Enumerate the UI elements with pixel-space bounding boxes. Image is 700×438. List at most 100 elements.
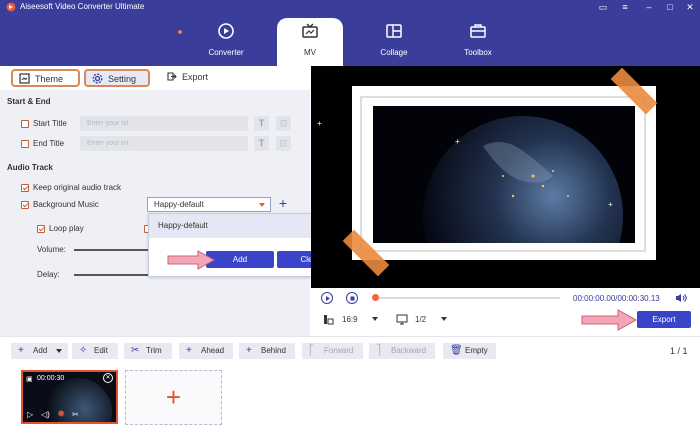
stop-icon	[350, 296, 354, 300]
plus-icon: +	[186, 345, 192, 356]
theme-tab[interactable]: Theme	[11, 69, 80, 87]
theme-icon	[19, 73, 30, 84]
sparkle-icon: +	[455, 137, 460, 146]
time-display: 00:00:00.00/00:00:30.13	[573, 294, 660, 303]
delay-slider[interactable]	[74, 274, 148, 276]
progress-bar[interactable]	[376, 297, 560, 299]
close-icon[interactable]: ✕	[684, 1, 696, 13]
music-select-value: Happy-default	[154, 200, 204, 209]
tab-converter[interactable]: Converter	[193, 18, 259, 66]
export-tab[interactable]: Export	[160, 69, 220, 87]
page-dropdown-icon[interactable]	[441, 317, 447, 321]
pointer-arrow-icon	[167, 250, 215, 270]
title-bar: Aiseesoft Video Converter Ultimate ▭ ≡ –…	[0, 0, 700, 66]
collage-icon	[386, 24, 402, 38]
trim-button[interactable]: ✂ Trim	[124, 343, 172, 359]
add-clip-button[interactable]: + Add	[11, 343, 68, 359]
stop-button[interactable]	[346, 292, 358, 304]
audio-track-title: Audio Track	[7, 163, 53, 172]
empty-label: Empty	[465, 346, 488, 355]
end-title-input[interactable]: Enter your txt	[80, 136, 248, 151]
edit-label: Edit	[94, 346, 108, 355]
plus-icon: +	[246, 345, 252, 356]
export-button[interactable]: Export	[637, 311, 691, 328]
page-value[interactable]: 1/2	[415, 315, 426, 324]
edit-icon: ✧	[79, 345, 88, 356]
background-music-label: Background Music	[33, 200, 99, 209]
sparkle-icon: +	[317, 119, 322, 128]
forward-icon: ⎡	[309, 345, 314, 356]
end-title-checkbox[interactable]	[21, 140, 29, 148]
monitor-icon	[396, 314, 408, 325]
volume-slider[interactable]	[74, 249, 148, 251]
tab-toolbox[interactable]: Toolbox	[445, 18, 511, 66]
export-tab-label: Export	[182, 72, 209, 82]
ahead-button[interactable]: + Ahead	[179, 343, 233, 359]
theme-tab-label: Theme	[35, 74, 64, 84]
effect-star-icon[interactable]: ✸	[57, 409, 65, 420]
behind-button[interactable]: + Behind	[239, 343, 295, 359]
audio-icon[interactable]: ◁)	[41, 410, 50, 419]
preview-image	[373, 106, 635, 243]
backward-button[interactable]: ⎤ Backward	[369, 343, 435, 359]
start-title-input[interactable]: Enter your txt	[80, 116, 248, 131]
aspect-ratio-value[interactable]: 16:9	[342, 315, 358, 324]
edit-button[interactable]: ✧ Edit	[72, 343, 118, 359]
trash-icon: 🗑	[450, 345, 463, 356]
timeline-clip[interactable]: ▣ 00:00:30 ✕ ▷ ◁) ✸ ✂	[21, 370, 118, 424]
plus-icon: +	[18, 345, 24, 356]
remove-clip-icon[interactable]: ✕	[103, 373, 113, 383]
menu-icon[interactable]: ≡	[619, 1, 631, 13]
minimize-icon[interactable]: –	[643, 1, 655, 13]
aspect-ratio-icon	[324, 315, 334, 325]
play-icon[interactable]: ▷	[27, 410, 33, 419]
converter-icon	[218, 23, 234, 39]
app-logo-icon	[6, 2, 16, 12]
tab-converter-label: Converter	[208, 48, 244, 57]
start-text-edit-icon[interactable]: ⊡	[276, 116, 291, 131]
play-button[interactable]	[321, 292, 333, 304]
play-icon	[326, 295, 330, 301]
setting-tab[interactable]: Setting	[84, 69, 150, 87]
maximize-icon[interactable]: □	[664, 1, 676, 13]
volume-icon[interactable]	[675, 293, 687, 303]
empty-button[interactable]: 🗑 Empty	[443, 343, 496, 359]
tab-toolbox-label: Toolbox	[464, 48, 492, 57]
loop-play-checkbox[interactable]	[37, 225, 45, 233]
subtab-bar: Theme Setting Export	[0, 66, 310, 90]
end-text-style-button[interactable]: T	[254, 136, 269, 151]
add-music-button[interactable]: +	[276, 196, 290, 210]
behind-label: Behind	[261, 346, 286, 355]
scissors-icon: ✂	[131, 345, 140, 356]
timeline-page-indicator: 1 / 1	[670, 346, 688, 356]
pointer-arrow-icon	[581, 309, 637, 331]
add-clip-label: Add	[33, 346, 48, 355]
backward-icon: ⎤	[376, 345, 381, 356]
chevron-down-icon	[259, 203, 265, 207]
scissors-icon[interactable]: ✂	[72, 410, 79, 419]
tab-collage[interactable]: Collage	[361, 18, 427, 66]
toolbox-icon	[470, 24, 486, 38]
feedback-icon[interactable]: ▭	[597, 1, 609, 13]
start-title-checkbox[interactable]	[21, 120, 29, 128]
app-title: Aiseesoft Video Converter Ultimate	[20, 2, 145, 11]
notification-dot	[178, 30, 182, 34]
add-button[interactable]: Add	[206, 251, 274, 268]
progress-handle[interactable]	[372, 294, 379, 301]
clip-duration: 00:00:30	[37, 375, 65, 382]
mv-icon	[302, 23, 318, 38]
end-text-edit-icon[interactable]: ⊡	[276, 136, 291, 151]
aspect-dropdown-icon[interactable]	[372, 317, 378, 321]
forward-label: Forward	[324, 346, 354, 355]
start-text-style-button[interactable]: T	[254, 116, 269, 131]
add-clip-slot[interactable]: +	[125, 370, 222, 425]
chevron-down-icon	[56, 349, 62, 353]
tab-mv[interactable]: MV	[277, 18, 343, 66]
keep-original-label: Keep original audio track	[33, 183, 122, 192]
delay-label: Delay:	[37, 270, 60, 279]
background-music-checkbox[interactable]	[21, 201, 29, 209]
music-select[interactable]: Happy-default	[147, 197, 271, 212]
keep-original-checkbox[interactable]	[21, 184, 29, 192]
forward-button[interactable]: ⎡ Forward	[302, 343, 363, 359]
tab-mv-label: MV	[304, 48, 316, 57]
